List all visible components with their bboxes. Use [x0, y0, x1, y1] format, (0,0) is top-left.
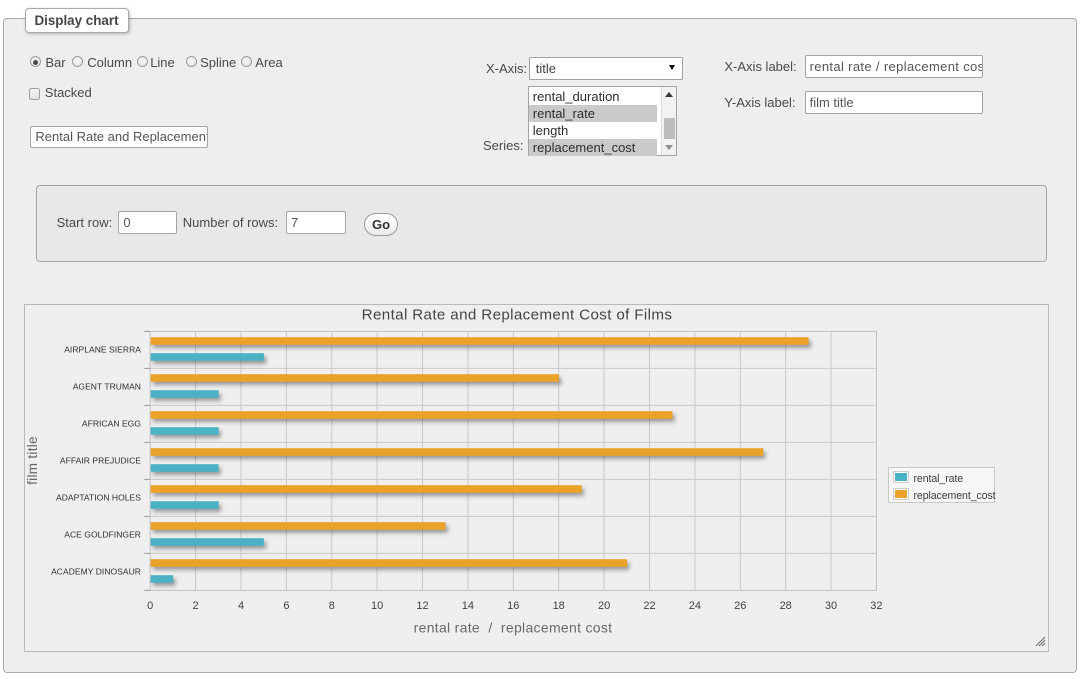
svg-text:14: 14	[462, 600, 474, 612]
svg-text:20: 20	[598, 600, 610, 612]
svg-text:22: 22	[643, 600, 655, 612]
svg-text:12: 12	[416, 600, 428, 612]
svg-text:18: 18	[553, 600, 565, 612]
svg-text:AFFAIR PREJUDICE: AFFAIR PREJUDICE	[60, 456, 141, 466]
svg-text:24: 24	[689, 600, 701, 612]
svg-text:6: 6	[283, 600, 289, 612]
svg-text:8: 8	[329, 600, 335, 612]
svg-text:16: 16	[507, 600, 519, 612]
svg-text:ACADEMY DINOSAUR: ACADEMY DINOSAUR	[51, 567, 141, 577]
svg-text:ADAPTATION HOLES: ADAPTATION HOLES	[56, 493, 141, 503]
svg-text:26: 26	[734, 600, 746, 612]
svg-text:ACE GOLDFINGER: ACE GOLDFINGER	[64, 530, 141, 540]
svg-text:AGENT TRUMAN: AGENT TRUMAN	[73, 382, 141, 392]
svg-text:AFRICAN EGG: AFRICAN EGG	[82, 419, 141, 429]
svg-text:30: 30	[825, 600, 837, 612]
svg-text:4: 4	[238, 600, 244, 612]
svg-text:AIRPLANE SIERRA: AIRPLANE SIERRA	[64, 345, 141, 355]
svg-text:rental rate / replacement co: rental rate / replacement cost	[414, 620, 613, 636]
svg-text:32: 32	[870, 600, 882, 612]
svg-text:film title: film title	[25, 436, 40, 485]
svg-text:10: 10	[371, 600, 383, 612]
svg-text:2: 2	[193, 600, 199, 612]
svg-text:Rental Rate and Replacement Co: Rental Rate and Replacement Cost of Film…	[362, 307, 673, 324]
svg-text:28: 28	[780, 600, 792, 612]
svg-text:0: 0	[147, 600, 153, 612]
